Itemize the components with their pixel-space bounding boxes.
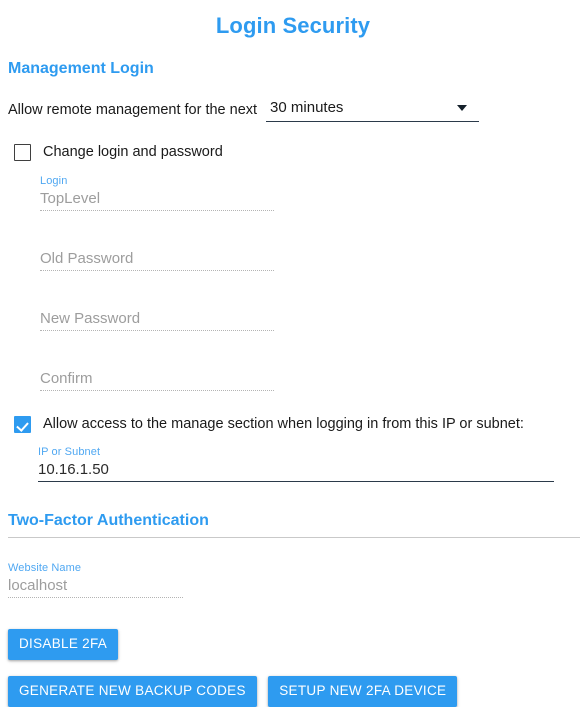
- ip-or-subnet-field-label: IP or Subnet: [38, 446, 101, 458]
- generate-backup-codes-button[interactable]: GENERATE NEW BACKUP CODES: [8, 676, 257, 707]
- confirm-password-field-value: Confirm: [40, 370, 93, 387]
- login-field-value: TopLevel: [40, 190, 101, 207]
- website-name-field[interactable]: Website Name localhost: [8, 562, 183, 601]
- ip-access-checkbox[interactable]: [14, 416, 31, 433]
- disable-2fa-row: DISABLE 2FA: [0, 629, 586, 660]
- credentials-fields-group: Login TopLevel Old Password New Password…: [0, 175, 586, 394]
- disable-2fa-button[interactable]: DISABLE 2FA: [8, 629, 119, 660]
- login-field[interactable]: Login TopLevel: [40, 175, 274, 214]
- old-password-field[interactable]: Old Password: [40, 248, 274, 274]
- remote-management-duration-value: 30 minutes: [270, 99, 344, 116]
- setup-new-2fa-device-button[interactable]: SETUP NEW 2FA DEVICE: [268, 676, 458, 707]
- new-password-field[interactable]: New Password: [40, 308, 274, 334]
- login-field-underline: [40, 210, 274, 211]
- remote-management-label: Allow remote management for the next: [8, 102, 258, 118]
- change-login-password-row[interactable]: Change login and password: [0, 144, 586, 161]
- website-name-field-value: localhost: [8, 577, 68, 594]
- confirm-password-field-underline: [40, 390, 274, 391]
- login-field-label: Login: [40, 175, 68, 187]
- ip-or-subnet-field-underline: [38, 481, 554, 482]
- change-login-password-label: Change login and password: [43, 144, 223, 160]
- new-password-field-underline: [40, 330, 274, 331]
- old-password-field-value: Old Password: [40, 250, 134, 267]
- remote-management-duration-select[interactable]: 30 minutes: [266, 98, 480, 122]
- chevron-down-icon: [457, 105, 468, 111]
- two-factor-section: Two-Factor Authentication Website Name l…: [0, 512, 586, 707]
- ip-or-subnet-field-value: 10.16.1.50: [38, 461, 109, 478]
- ip-access-row[interactable]: Allow access to the manage section when …: [0, 416, 586, 433]
- ip-or-subnet-field[interactable]: IP or Subnet 10.16.1.50: [38, 446, 554, 485]
- remote-management-row: Allow remote management for the next 30 …: [0, 98, 586, 122]
- ip-access-label: Allow access to the manage section when …: [43, 416, 524, 432]
- new-password-field-value: New Password: [40, 310, 141, 327]
- management-login-section: Management Login Allow remote management…: [0, 60, 586, 485]
- management-login-heading: Management Login: [8, 60, 154, 77]
- two-factor-heading: Two-Factor Authentication: [8, 512, 209, 529]
- two-factor-actions-row: GENERATE NEW BACKUP CODES SETUP NEW 2FA …: [0, 676, 586, 707]
- website-name-field-label: Website Name: [8, 562, 82, 574]
- website-name-field-underline: [8, 597, 183, 598]
- old-password-field-underline: [40, 270, 274, 271]
- confirm-password-field[interactable]: Confirm: [40, 368, 274, 394]
- page-title: Login Security: [215, 13, 371, 38]
- change-login-password-checkbox[interactable]: [14, 144, 31, 161]
- two-factor-divider: [8, 537, 580, 538]
